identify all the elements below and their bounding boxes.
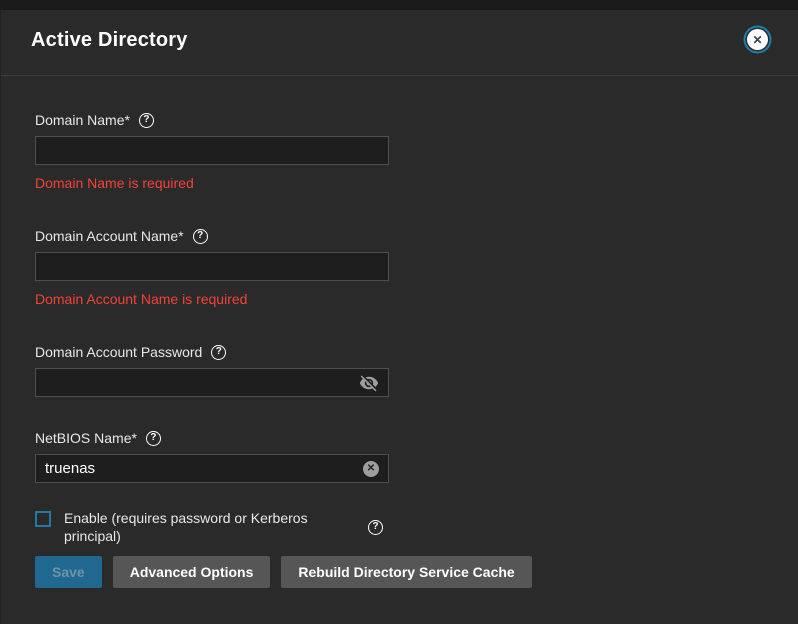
clear-icon[interactable]: ✕ (363, 461, 379, 477)
domain-account-password-input-box (35, 368, 389, 397)
domain-name-input-box (35, 136, 389, 165)
domain-account-name-error: Domain Account Name is required (35, 291, 775, 307)
visibility-off-icon[interactable] (359, 373, 379, 393)
rebuild-directory-service-cache-button[interactable]: Rebuild Directory Service Cache (281, 556, 531, 588)
enable-checkbox-row: Enable (requires password or Kerberos pr… (35, 509, 383, 545)
netbios-name-label-row: NetBIOS Name* ? (35, 430, 775, 446)
save-button[interactable]: Save (35, 556, 102, 588)
domain-account-name-label-row: Domain Account Name* ? (35, 228, 775, 244)
enable-checkbox[interactable] (35, 511, 51, 527)
help-icon[interactable]: ? (139, 113, 154, 128)
domain-account-password-label-row: Domain Account Password ? (35, 344, 775, 360)
domain-account-password-input[interactable] (45, 374, 359, 391)
netbios-name-input[interactable] (45, 460, 363, 477)
domain-account-password-label: Domain Account Password (35, 344, 202, 360)
domain-name-label-row: Domain Name* ? (35, 112, 775, 128)
help-icon[interactable]: ? (146, 431, 161, 446)
domain-name-label: Domain Name* (35, 112, 130, 128)
close-button[interactable]: ✕ (747, 29, 768, 50)
help-icon[interactable]: ? (193, 229, 208, 244)
netbios-name-label: NetBIOS Name* (35, 430, 137, 446)
help-icon[interactable]: ? (368, 520, 383, 535)
domain-name-error: Domain Name is required (35, 175, 775, 191)
enable-checkbox-label: Enable (requires password or Kerberos pr… (64, 509, 326, 545)
advanced-options-button[interactable]: Advanced Options (113, 556, 271, 588)
form-content: Domain Name* ? Domain Name is required D… (35, 76, 775, 588)
domain-account-name-input[interactable] (45, 258, 379, 275)
help-icon[interactable]: ? (211, 345, 226, 360)
close-icon: ✕ (752, 33, 762, 47)
page-title: Active Directory (31, 29, 188, 52)
domain-account-name-label: Domain Account Name* (35, 228, 184, 244)
domain-account-name-input-box (35, 252, 389, 281)
netbios-name-input-box: ✕ (35, 454, 389, 483)
domain-name-input[interactable] (45, 142, 379, 159)
active-directory-dialog: Active Directory ✕ Domain Name* ? Domain… (0, 10, 798, 624)
dialog-header: Active Directory ✕ (1, 10, 798, 75)
button-row: Save Advanced Options Rebuild Directory … (35, 556, 775, 588)
